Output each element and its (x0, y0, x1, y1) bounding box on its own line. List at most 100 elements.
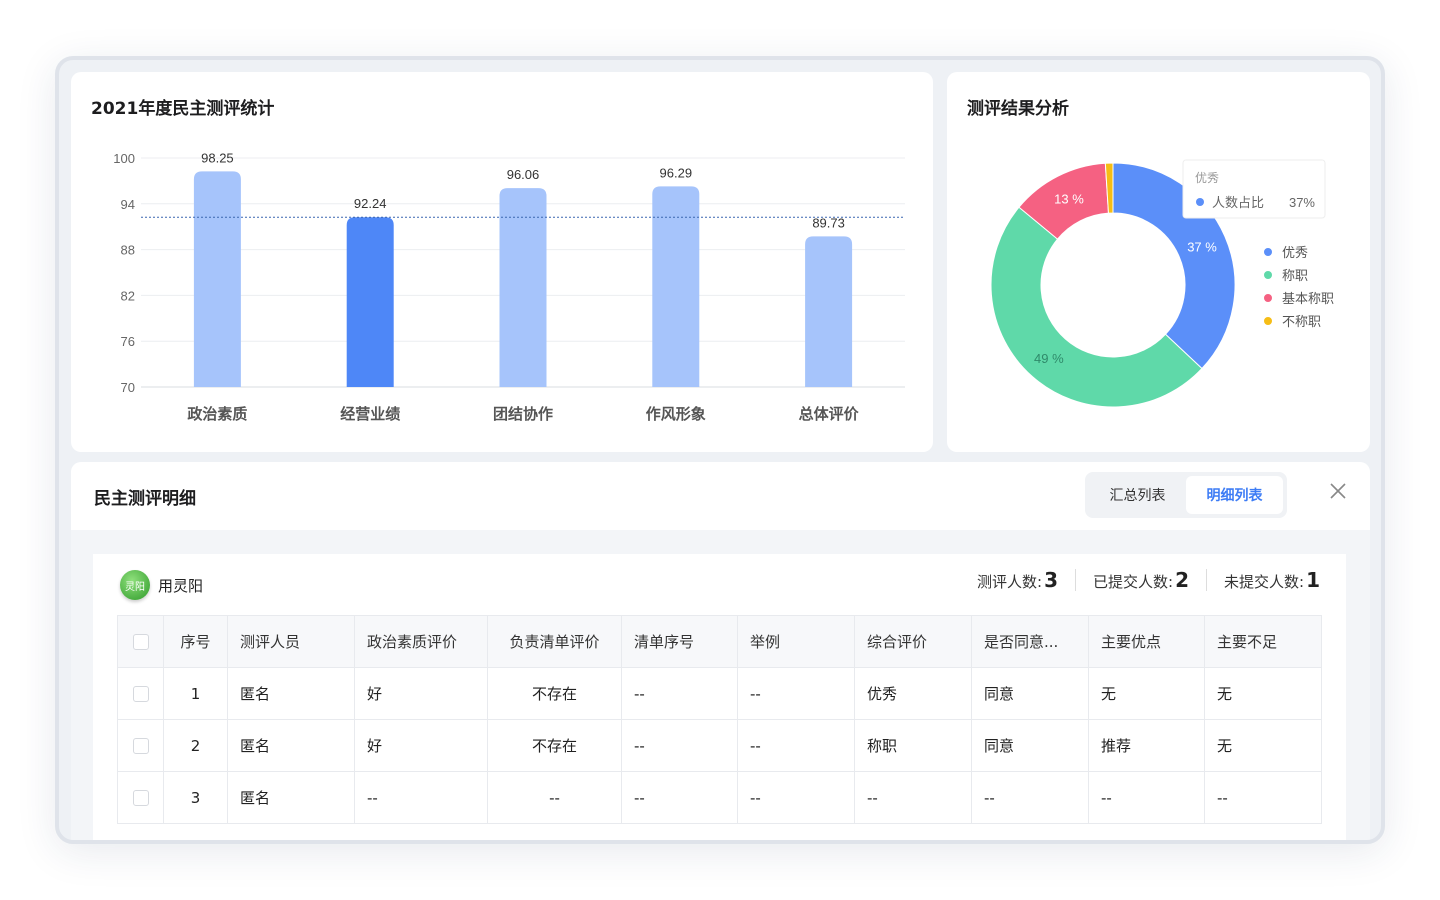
table-cell: 同意 (971, 667, 1089, 720)
table-cell: 匿名 (227, 667, 355, 720)
legend-label: 不称职 (1282, 314, 1321, 329)
tooltip-value: 37% (1289, 195, 1315, 210)
table-cell: 2 (163, 719, 228, 772)
bar (652, 186, 700, 387)
bar (499, 188, 547, 387)
legend-label: 基本称职 (1282, 291, 1334, 306)
stat-label: 未提交人数: (1224, 573, 1305, 591)
table-row[interactable]: 2 匿名 好 不存在 -- -- 称职 同意 推荐 无 (117, 719, 1322, 772)
table-cell: 无 (1088, 667, 1205, 720)
select-all-cell (117, 615, 164, 668)
tab-detail-list[interactable]: 明细列表 (1186, 476, 1283, 514)
column-header: 综合评价 (854, 615, 972, 668)
legend-label: 称职 (1282, 268, 1308, 283)
column-header: 是否同意... (971, 615, 1089, 668)
legend-marker (1264, 317, 1272, 325)
table-cell: -- (354, 771, 488, 824)
row-checkbox[interactable] (132, 686, 149, 702)
table-cell: 匿名 (227, 771, 355, 824)
legend-marker (1264, 294, 1272, 302)
table-cell: 称职 (854, 719, 972, 772)
stat-value: 3 (1044, 568, 1059, 592)
column-header: 主要不足 (1204, 615, 1322, 668)
column-header: 测评人员 (227, 615, 355, 668)
x-tick-label: 政治素质 (187, 405, 247, 423)
table-cell: 不存在 (487, 667, 622, 720)
table-cell: -- (737, 771, 855, 824)
table-cell: 无 (1204, 667, 1322, 720)
table-cell: 3 (163, 771, 228, 824)
stat-evaluators: 测评人数: 3 (977, 568, 1058, 592)
bar (346, 217, 394, 387)
slice-label: 13 % (1054, 192, 1084, 207)
person-name: 用灵阳 (158, 576, 204, 595)
close-icon[interactable] (1329, 482, 1347, 500)
table-cell: 好 (354, 719, 488, 772)
table-cell: -- (737, 719, 855, 772)
detail-header: 民主测评明细 汇总列表 明细列表 (71, 462, 1370, 530)
column-header: 序号 (163, 615, 228, 668)
bar-chart: 70 76 82 88 94 100 98.25 政治素质 92.24 经营业绩 96.06 团结协作… (113, 150, 905, 423)
row-select-cell (117, 667, 164, 720)
row-select-cell (117, 719, 164, 772)
table-cell: -- (1204, 771, 1322, 824)
bar-value-label: 92.24 (354, 196, 387, 211)
app-window: 2021年度民主测评统计 70 76 82 88 94 100 98.25 政治素质 92.24… (55, 56, 1385, 844)
table-row[interactable]: 3 匿名 -- -- -- -- -- -- -- -- (117, 771, 1322, 824)
x-tick-label: 经营业绩 (340, 405, 400, 423)
stat-unsubmitted: 未提交人数: 1 (1224, 568, 1320, 592)
x-tick-label: 作风形象 (646, 405, 706, 423)
tooltip-title: 优秀 (1195, 171, 1219, 185)
row-checkbox[interactable] (132, 738, 149, 754)
tooltip-label: 人数占比 (1212, 195, 1264, 210)
column-header: 政治素质评价 (354, 615, 488, 668)
legend-marker (1264, 271, 1272, 279)
bar-value-label: 98.25 (201, 150, 234, 165)
bar-value-label: 96.06 (507, 167, 540, 182)
bar (193, 171, 241, 387)
table-cell: -- (487, 771, 622, 824)
table-cell: -- (971, 771, 1089, 824)
table-row[interactable]: 1 匿名 好 不存在 -- -- 优秀 同意 无 无 (117, 667, 1322, 720)
slice-label: 37 % (1187, 239, 1217, 254)
legend-marker (1264, 248, 1272, 256)
table-cell: -- (621, 667, 738, 720)
row-checkbox[interactable] (132, 790, 149, 806)
bar-value-label: 96.29 (660, 165, 693, 180)
pie-chart-card: 测评结果分析 37 % 49 % 13 % 优秀 称职 基本称职 不称职 优秀 人数占比 37% (947, 72, 1370, 452)
tab-summary-list[interactable]: 汇总列表 (1089, 476, 1186, 514)
bar-chart-card: 2021年度民主测评统计 70 76 82 88 94 100 98.25 政治素质 92.24… (71, 72, 933, 452)
column-header: 负责清单评价 (487, 615, 622, 668)
select-all-checkbox[interactable] (132, 634, 149, 650)
y-tick-label: 82 (121, 288, 135, 303)
avatar: 灵阳 (120, 570, 150, 600)
tooltip-marker (1196, 198, 1204, 206)
stat-label: 测评人数: (977, 573, 1043, 591)
y-tick-label: 94 (121, 197, 135, 212)
table-cell: 无 (1204, 719, 1322, 772)
view-switch: 汇总列表 明细列表 (1085, 472, 1287, 518)
table-header-row: 序号 测评人员 政治素质评价 负责清单评价 清单序号 举例 综合评价 是否同意.… (117, 615, 1322, 668)
person-info: 灵阳 用灵阳 (120, 570, 203, 600)
y-tick-label: 70 (121, 380, 135, 395)
table-cell: 匿名 (227, 719, 355, 772)
table-cell: 同意 (971, 719, 1089, 772)
y-tick-label: 76 (121, 334, 135, 349)
divider (1075, 569, 1077, 591)
stat-value: 1 (1306, 568, 1320, 592)
detail-content: 灵阳 用灵阳 测评人数: 3 已提交人数: 2 未提交人数: 1 序号 测评人员… (93, 554, 1346, 840)
table-cell: 优秀 (854, 667, 972, 720)
stat-submitted: 已提交人数: 2 (1093, 568, 1189, 592)
table-cell: 1 (163, 667, 228, 720)
table-cell: 好 (354, 667, 488, 720)
column-header: 清单序号 (621, 615, 738, 668)
x-tick-label: 团结协作 (493, 405, 553, 423)
detail-panel: 民主测评明细 汇总列表 明细列表 灵阳 用灵阳 测评人数: 3 已提交人数: 2… (71, 462, 1370, 840)
detail-title: 民主测评明细 (94, 489, 196, 509)
table-cell: 推荐 (1088, 719, 1205, 772)
table-cell: -- (737, 667, 855, 720)
stats-bar: 测评人数: 3 已提交人数: 2 未提交人数: 1 (977, 568, 1320, 592)
y-tick-label: 100 (113, 151, 135, 166)
table-cell: 不存在 (487, 719, 622, 772)
stat-value: 2 (1175, 568, 1190, 592)
